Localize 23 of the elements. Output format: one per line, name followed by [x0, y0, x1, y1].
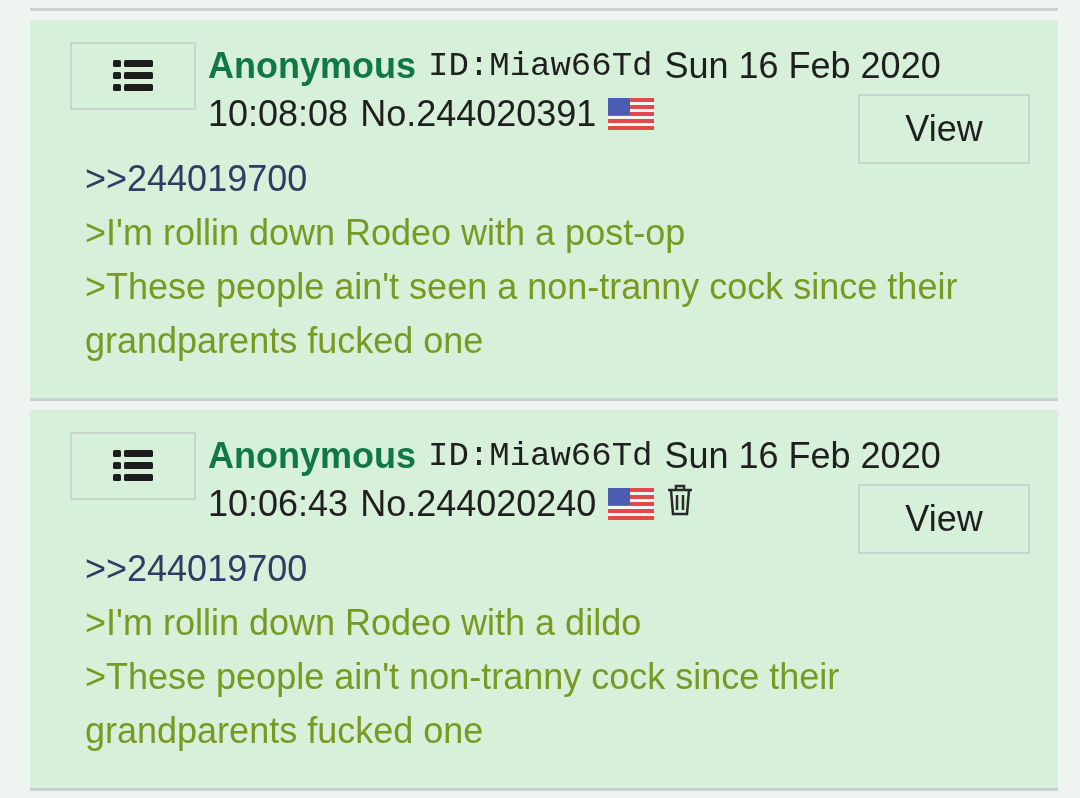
greentext-line: >I'm rollin down Rodeo with a post-op: [85, 211, 687, 255]
menu-button[interactable]: [70, 42, 196, 110]
post-number[interactable]: No.244020391: [360, 93, 597, 135]
post-number[interactable]: No.244020240: [360, 483, 597, 525]
greentext-line: >These people ain't non-tranny cock since their grandparents fucked one: [85, 655, 841, 753]
view-button[interactable]: View: [858, 94, 1030, 164]
greentext-line: >These people ain't seen a non-tranny cock since their grandparents fucked one: [85, 265, 959, 363]
greentext-line: >I'm rollin down Rodeo with a dildo: [85, 601, 643, 645]
view-button[interactable]: View: [858, 484, 1030, 554]
poster-id: ID:Miaw66Td: [428, 47, 653, 85]
flag-icon: [608, 98, 655, 130]
poster-id: ID:Miaw66Td: [428, 437, 653, 475]
trash-icon[interactable]: [666, 484, 695, 516]
post-date: Sun 16 Feb 2020: [664, 435, 941, 477]
menu-button[interactable]: [70, 432, 196, 500]
poster-name: Anonymous: [208, 435, 416, 477]
menu-icon: [113, 450, 153, 482]
post-date: Sun 16 Feb 2020: [664, 45, 941, 87]
post-time: 10:08:08: [208, 93, 349, 135]
poster-name: Anonymous: [208, 45, 416, 87]
flag-icon: [608, 488, 655, 520]
menu-icon: [113, 60, 153, 92]
post-time: 10:06:43: [208, 483, 349, 525]
